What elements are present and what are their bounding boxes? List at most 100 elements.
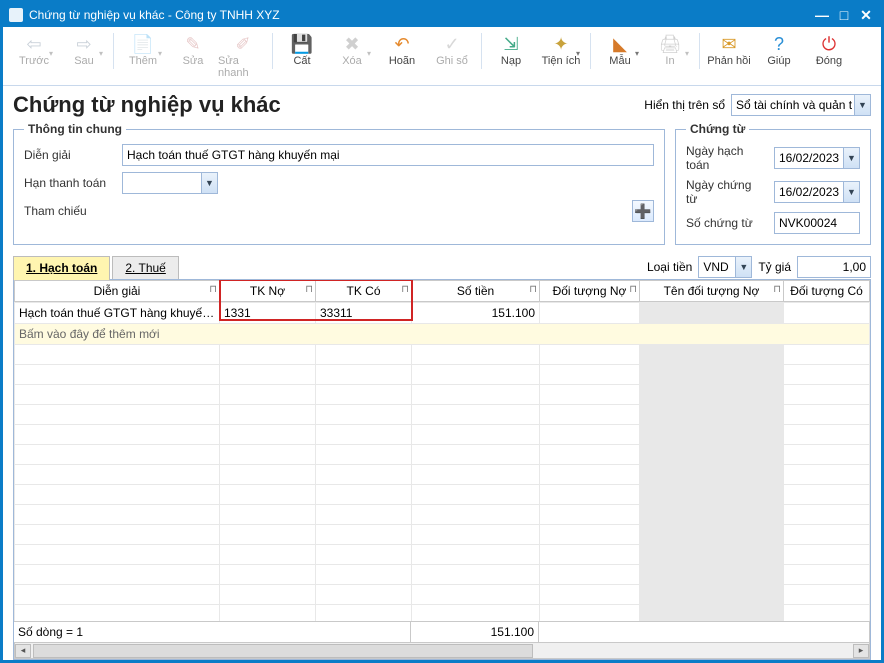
cell-credit[interactable]: 33311	[316, 303, 412, 324]
grid-body[interactable]: Hạch toán thuế GTGT hàng khuyến mại13313…	[14, 302, 870, 621]
grid[interactable]: Diễn giải⊓ TK Nợ⊓ TK Có⊓ Số tiền⊓ Đối tư…	[13, 279, 871, 660]
close-form-button[interactable]: ⏻Đóng	[804, 31, 854, 73]
quickedit-button[interactable]: ✐Sửa nhanh	[218, 31, 268, 85]
blank-row	[15, 345, 870, 365]
rate-input[interactable]	[797, 256, 871, 278]
rowcount-label: Số dòng = 1	[14, 622, 411, 642]
ref-add-button[interactable]: ➕	[632, 200, 654, 222]
ref-label: Tham chiếu	[24, 204, 114, 218]
col-desc[interactable]: Diễn giải⊓	[15, 281, 220, 302]
feedback-button[interactable]: ✉Phản hồi	[704, 31, 754, 73]
pin-icon[interactable]: ⊓	[773, 284, 781, 295]
quickedit-icon: ✐	[232, 33, 254, 55]
chevron-down-icon[interactable]: ▼	[201, 173, 217, 193]
maximize-button[interactable]: □	[835, 7, 853, 23]
grid-footer: Số dòng = 1 151.100	[14, 621, 870, 643]
utils-label: Tiện ích	[542, 55, 581, 67]
prev-button[interactable]: ⇦Trước▾	[9, 31, 59, 73]
help-label: Giúp	[767, 55, 790, 67]
pin-icon[interactable]: ⊓	[209, 284, 217, 295]
blank-row	[15, 585, 870, 605]
utils-button[interactable]: ✦Tiện ích▾	[536, 31, 586, 73]
close-button[interactable]: ✕	[857, 7, 875, 23]
arrow-left-icon: ⇦	[23, 33, 45, 55]
save-button[interactable]: 💾Cất	[277, 31, 327, 73]
template-button[interactable]: ◣Mẫu▾	[595, 31, 645, 73]
blank-row	[15, 505, 870, 525]
template-label: Mẫu	[609, 55, 630, 67]
feedback-label: Phản hồi	[707, 55, 750, 67]
post-icon: ✓	[441, 33, 463, 55]
help-button[interactable]: ?Giúp	[754, 31, 804, 73]
voucher-legend: Chứng từ	[686, 122, 749, 136]
chevron-down-icon[interactable]: ▼	[854, 95, 870, 115]
file-add-icon: 📄	[132, 33, 154, 55]
col-objdebit[interactable]: Đối tượng Nợ⊓	[540, 281, 640, 302]
blank-row	[15, 465, 870, 485]
next-button[interactable]: ⇨Sau▾	[59, 31, 109, 73]
pin-icon[interactable]: ⊓	[629, 284, 637, 295]
post-button[interactable]: ✓Ghi sổ	[427, 31, 477, 73]
load-button[interactable]: ⇲Nạp	[486, 31, 536, 73]
cell-amount[interactable]: 151.100	[412, 303, 540, 324]
add-button[interactable]: 📄Thêm▾	[118, 31, 168, 73]
next-label: Sau	[74, 55, 94, 67]
chevron-down-icon[interactable]: ▼	[843, 148, 859, 168]
col-credit[interactable]: TK Có⊓	[316, 281, 412, 302]
delete-label: Xóa	[342, 55, 362, 67]
currency-combo[interactable]: ▼	[698, 256, 752, 278]
blank-row	[15, 545, 870, 565]
minimize-button[interactable]: —	[813, 7, 831, 23]
display-book-input[interactable]	[731, 94, 871, 116]
delete-button[interactable]: ✖Xóa▾	[327, 31, 377, 73]
add-label: Thêm	[129, 55, 157, 67]
term-combo[interactable]: ▼	[122, 172, 218, 194]
tab-tax-label: 2. Thuế	[125, 261, 165, 275]
add-row[interactable]: Bấm vào đây để thêm mới	[15, 324, 870, 345]
add-row-text[interactable]: Bấm vào đây để thêm mới	[15, 324, 870, 345]
save-icon: 💾	[291, 33, 313, 55]
desc-input[interactable]	[122, 144, 654, 166]
postdate-combo[interactable]: ▼	[774, 147, 860, 169]
print-button[interactable]: 🖨In▾	[645, 31, 695, 73]
col-debit[interactable]: TK Nợ⊓	[220, 281, 316, 302]
blank-row	[15, 385, 870, 405]
scroll-thumb[interactable]	[33, 644, 533, 658]
postdate-label: Ngày hạch toán	[686, 144, 766, 172]
voucherdate-combo[interactable]: ▼	[774, 181, 860, 203]
voucherdate-label: Ngày chứng từ	[686, 178, 766, 206]
col-amount[interactable]: Số tiền⊓	[412, 281, 540, 302]
currency-label: Loại tiền	[647, 260, 692, 274]
pin-icon[interactable]: ⊓	[305, 284, 313, 295]
voucherno-label: Số chứng từ	[686, 216, 766, 230]
undo-button[interactable]: ↶Hoãn	[377, 31, 427, 73]
undo-icon: ↶	[391, 33, 413, 55]
display-book-combo[interactable]: ▼	[731, 94, 871, 116]
chevron-down-icon[interactable]: ▼	[735, 257, 751, 277]
col-objcredit[interactable]: Đối tượng Có	[784, 281, 870, 302]
pin-icon[interactable]: ⊓	[401, 284, 409, 295]
chevron-down-icon[interactable]: ▼	[843, 182, 859, 202]
general-legend: Thông tin chung	[24, 122, 126, 136]
horizontal-scrollbar[interactable]: ◂ ▸	[14, 643, 870, 659]
tab-tax[interactable]: 2. Thuế	[112, 256, 178, 280]
cell-desc[interactable]: Hạch toán thuế GTGT hàng khuyến mại	[15, 303, 220, 324]
col-objdebitname[interactable]: Tên đối tượng Nợ⊓	[640, 281, 784, 302]
blank-row	[15, 405, 870, 425]
blank-row	[15, 445, 870, 465]
blank-row	[15, 565, 870, 585]
undo-label: Hoãn	[389, 55, 415, 67]
table-row[interactable]: Hạch toán thuế GTGT hàng khuyến mại13313…	[15, 303, 870, 324]
edit-button[interactable]: ✎Sửa	[168, 31, 218, 73]
scroll-left-button[interactable]: ◂	[15, 644, 31, 658]
voucherno-input[interactable]	[774, 212, 860, 234]
cell-objcredit[interactable]	[784, 303, 870, 324]
cell-objdebitname[interactable]	[640, 303, 784, 324]
scroll-right-button[interactable]: ▸	[853, 644, 869, 658]
prev-label: Trước	[19, 55, 49, 67]
cell-objdebit[interactable]	[540, 303, 640, 324]
tab-accounting[interactable]: 1. Hạch toán	[13, 256, 110, 280]
template-icon: ◣	[609, 33, 631, 55]
pin-icon[interactable]: ⊓	[529, 284, 537, 295]
cell-debit[interactable]: 1331	[220, 303, 316, 324]
